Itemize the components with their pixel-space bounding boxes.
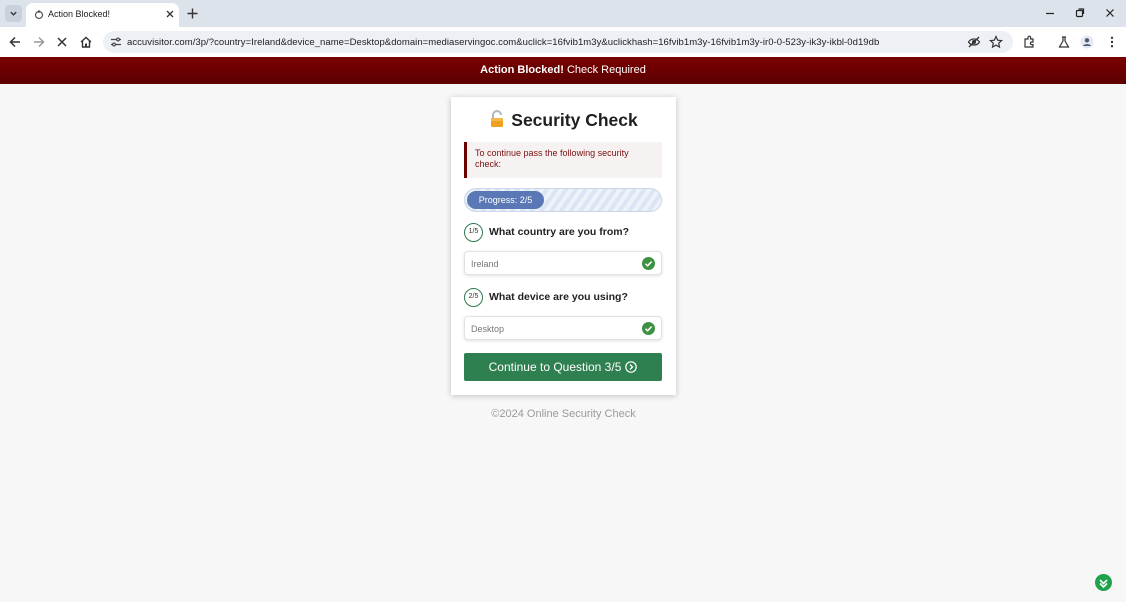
tab-list-icon[interactable] <box>5 5 22 22</box>
address-bar[interactable]: accuvisitor.com/3p/?country=Ireland&devi… <box>103 31 1013 53</box>
title-text: Security Check <box>511 110 638 130</box>
close-icon[interactable] <box>164 8 176 20</box>
page-title: Security Check <box>451 110 676 131</box>
extensions-icon[interactable] <box>1022 35 1036 49</box>
back-icon[interactable] <box>8 35 22 49</box>
profile-icon[interactable] <box>1080 35 1094 49</box>
restore-icon[interactable] <box>1074 7 1086 19</box>
footer-text: ©2024 Online Security Check <box>491 408 636 420</box>
continue-button[interactable]: Continue to Question 3/5 <box>464 353 662 381</box>
minimize-icon[interactable] <box>1044 7 1056 19</box>
question-number: 2/5 <box>464 288 483 307</box>
question-text: What device are you using? <box>489 291 628 303</box>
url-path: /3p/?country=Ireland&device_name=Desktop… <box>192 37 880 48</box>
window-close-icon[interactable] <box>1104 7 1116 19</box>
continue-label: Continue to Question 3/5 <box>488 360 622 374</box>
device-answer-field[interactable]: Desktop <box>464 316 662 340</box>
menu-icon[interactable] <box>1105 35 1119 49</box>
url-text: accuvisitor.com/3p/?country=Ireland&devi… <box>127 37 879 48</box>
stop-icon[interactable] <box>55 35 69 49</box>
question-2: 2/5 What device are you using? <box>464 288 664 308</box>
eye-off-icon[interactable] <box>967 35 981 49</box>
answer-text: Desktop <box>471 324 505 334</box>
tab-title: Action Blocked! <box>48 9 111 19</box>
favicon-icon <box>34 10 44 20</box>
question-1: 1/5 What country are you from? <box>464 223 664 243</box>
question-number: 1/5 <box>464 223 483 242</box>
plus-icon[interactable] <box>186 7 199 20</box>
tab-strip: Action Blocked! <box>0 0 1126 27</box>
alert-text: Check Required <box>563 64 646 76</box>
labs-icon[interactable] <box>1057 35 1071 49</box>
question-text: What country are you from? <box>489 226 630 238</box>
check-icon <box>642 322 655 335</box>
country-answer-field[interactable]: Ireland <box>464 251 662 275</box>
browser-tab[interactable]: Action Blocked! <box>26 3 179 27</box>
badge-icon[interactable] <box>1095 574 1112 591</box>
progress-bar: Progress: 2/5 <box>464 188 662 212</box>
answer-text: Ireland <box>471 259 499 269</box>
check-icon <box>642 257 655 270</box>
url-host: accuvisitor.com <box>127 37 193 48</box>
security-check-card: Security Check To continue pass the foll… <box>451 97 676 395</box>
site-info-icon[interactable] <box>110 36 122 48</box>
alert-banner: Action Blocked! Check Required <box>0 57 1126 84</box>
lock-icon <box>491 110 504 127</box>
star-icon[interactable] <box>989 35 1003 49</box>
forward-icon[interactable] <box>32 35 46 49</box>
arrow-circle-icon <box>625 361 638 373</box>
notice-box: To continue pass the following security … <box>464 142 662 178</box>
home-icon[interactable] <box>79 35 93 49</box>
browser-toolbar: accuvisitor.com/3p/?country=Ireland&devi… <box>0 27 1126 57</box>
progress-fill: Progress: 2/5 <box>467 191 544 209</box>
alert-bold: Action Blocked! <box>480 64 564 76</box>
